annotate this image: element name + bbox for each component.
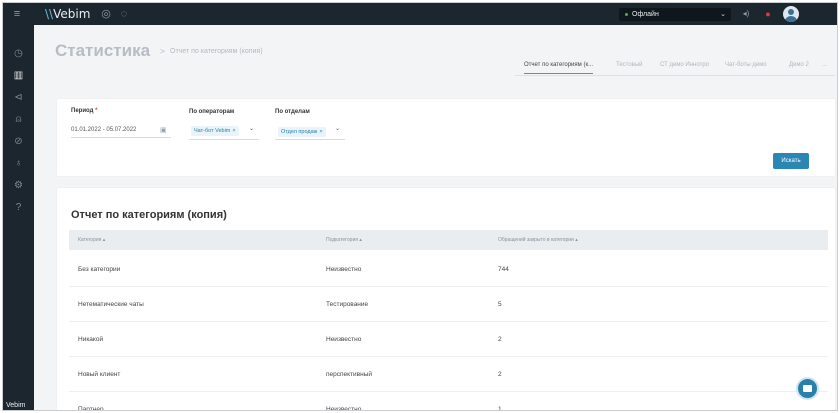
sidebar: ◷ ▥ ⊲ ⍝ ⊘ ♁ ⚙ ? [3, 25, 34, 410]
tab-report-categories[interactable]: Отчет по категориям (к... [524, 62, 594, 74]
cell-subcategory: Неизвестно [326, 266, 362, 273]
period-label: Период * [71, 108, 97, 114]
operator-chip-label: Чат-бот Vebim [194, 128, 231, 134]
cell-category: Новый клиент [78, 371, 121, 378]
operators-underline [189, 139, 259, 140]
status-dot-icon [625, 12, 628, 16]
contacts-icon[interactable]: ⍝ [3, 114, 34, 126]
brand-logo[interactable]: \\Vebim [45, 3, 90, 25]
department-chip-label: Отдел продаж [281, 129, 318, 135]
breadcrumb-separator: > [160, 47, 165, 56]
cell-count: 2 [498, 336, 502, 343]
cell-count: 1 [498, 406, 502, 411]
chart-icon[interactable]: ▥ [3, 70, 34, 82]
app-window: ≡ \\Vebim ◎ ◌ Офлайн ⌄ ◂) ● ◷ ▥ ⊲ ⍝ ⊘ ♁ … [2, 2, 838, 411]
department-chip: Отдел продаж × [278, 127, 326, 137]
hamburger-icon[interactable]: ≡ [7, 3, 27, 25]
settings-icon[interactable]: ⚙ [3, 180, 34, 192]
tab-demo-2[interactable]: Демо 2 [789, 62, 809, 68]
tab-test[interactable]: Тестовый [616, 62, 643, 68]
chat-icon [803, 385, 812, 392]
filter-panel: Период * 01.01.2022 - 05.07.2022 ▣ По оп… [57, 99, 835, 176]
top-bar: ≡ \\Vebim ◎ ◌ Офлайн ⌄ ◂) ● [3, 3, 837, 25]
search-button[interactable]: Искать [773, 153, 809, 169]
cell-count: 5 [498, 301, 502, 308]
period-underline [71, 137, 171, 138]
avatar[interactable] [783, 6, 799, 22]
table-header: Категория ▴ Подкатегория ▴ Обращений зак… [69, 230, 828, 250]
departments-underline [275, 139, 345, 140]
cell-subcategory: Тестирование [326, 301, 369, 308]
table-row: Новый клиент перспективный 2 [69, 357, 828, 392]
robot-icon[interactable]: ♁ [3, 158, 34, 170]
brand-mark: \\ [45, 7, 54, 21]
chat-bubble-icon[interactable]: ◌ [117, 3, 131, 25]
status-select[interactable]: Офлайн ⌄ [619, 8, 731, 21]
period-label-text: Период [71, 108, 94, 114]
chevron-down-icon: ⌄ [720, 11, 726, 18]
brand-text: Vebim [53, 7, 91, 21]
clock-icon[interactable]: ◷ [3, 48, 34, 60]
chat-widget-button[interactable] [796, 377, 819, 400]
tab-more[interactable]: ... [822, 62, 827, 68]
table-row: Нетематические чаты Тестирование 5 [69, 287, 828, 322]
table-row: Без категории Неизвестно 744 [69, 252, 828, 287]
report-panel: Отчет по категориям (копия) Категория ▴ … [57, 188, 835, 411]
cell-count: 744 [498, 266, 509, 273]
column-closed-count[interactable]: Обращений закрыто в категории ▴ [498, 230, 578, 250]
tab-chatbots-demo[interactable]: Чат-боты демо [725, 62, 767, 68]
chip-remove-icon[interactable]: × [232, 128, 235, 134]
operators-label: По операторам [189, 109, 235, 115]
column-category[interactable]: Категория ▴ [78, 230, 105, 250]
report-title: Отчет по категориям (копия) [71, 209, 227, 221]
breadcrumb[interactable]: Отчет по категориям (копия) [170, 48, 263, 55]
tabs-divider [515, 75, 835, 76]
cell-category: Партнер [78, 406, 104, 411]
megaphone-icon[interactable]: ⊲ [3, 92, 34, 104]
cell-subcategory: Неизвестно [326, 406, 362, 411]
required-marker: * [95, 108, 98, 114]
chip-remove-icon[interactable]: × [319, 129, 322, 135]
tab-st-demo[interactable]: СТ демо Иннотро [660, 62, 709, 68]
table-row: Партнер Неизвестно 1 [69, 392, 828, 411]
cell-category: Никакой [78, 336, 104, 343]
help-icon[interactable]: ? [3, 202, 34, 214]
operators-dropdown-icon[interactable]: ⌄ [249, 125, 254, 132]
status-label: Офлайн [632, 11, 659, 18]
departments-label: По отделам [275, 109, 310, 115]
period-input[interactable]: 01.01.2022 - 05.07.2022 [71, 127, 136, 133]
speaker-icon[interactable]: ◂) [739, 3, 753, 25]
page-title: Статистика [55, 41, 151, 60]
bell-icon[interactable]: ● [761, 3, 775, 25]
cell-count: 2 [498, 371, 502, 378]
cell-subcategory: Неизвестно [326, 336, 362, 343]
operator-chip: Чат-бот Vebim × [191, 126, 239, 136]
gauge-icon[interactable]: ◎ [99, 3, 113, 25]
sidebar-brand: Vebim [6, 402, 26, 409]
block-icon[interactable]: ⊘ [3, 136, 34, 148]
column-subcategory[interactable]: Подкатегория ▴ [326, 230, 362, 250]
cell-subcategory: перспективный [326, 371, 373, 378]
cell-category: Нетематические чаты [78, 301, 144, 308]
table-row: Никакой Неизвестно 2 [69, 322, 828, 357]
calendar-icon[interactable]: ▣ [160, 126, 167, 134]
departments-dropdown-icon[interactable]: ⌄ [335, 125, 340, 132]
cell-category: Без категории [78, 266, 121, 273]
